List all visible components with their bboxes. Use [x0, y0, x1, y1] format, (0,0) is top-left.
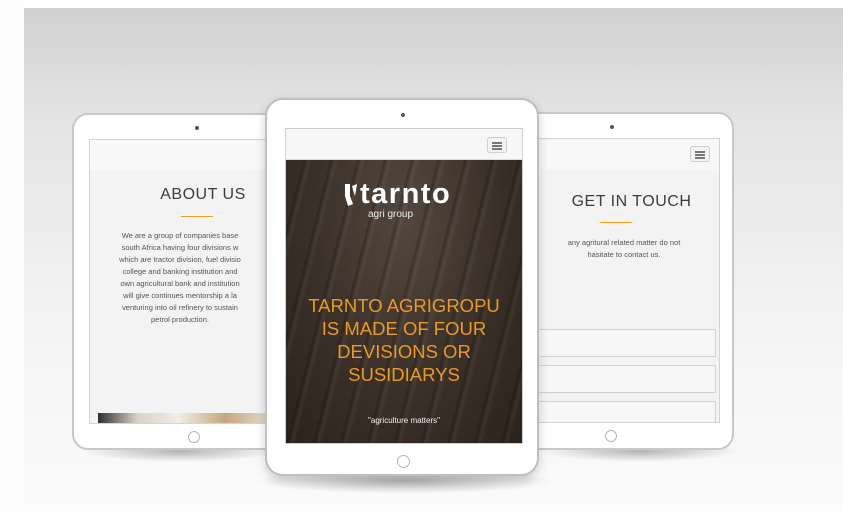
- email-field[interactable]: [524, 365, 716, 393]
- about-line: college and banking institution and: [122, 267, 238, 276]
- page-left-edge: [0, 0, 24, 511]
- headline-line: SUSIDIARYS: [348, 364, 460, 385]
- left-tablet-screen: ABOUT US We are a group of companies bas…: [89, 139, 284, 424]
- left-screen-header: [90, 140, 284, 170]
- hero-section: tarnto agri group TARNTO AGRIGROPU IS MA…: [286, 160, 522, 443]
- hero-tagline: "agriculture matters": [368, 416, 440, 425]
- camera-icon: [195, 126, 199, 130]
- camera-icon: [401, 113, 405, 117]
- right-tablet: GET IN TOUCH any agritural related matte…: [522, 112, 734, 450]
- contact-line: hasitate to contact us.: [587, 250, 661, 259]
- left-tablet: ABOUT US We are a group of companies bas…: [72, 113, 284, 450]
- page-top-edge: [0, 0, 843, 8]
- about-line: which are tractor division, fuel divisio: [119, 255, 241, 264]
- about-line: petrol production.: [151, 315, 209, 324]
- center-tablet: tarnto agri group TARNTO AGRIGROPU IS MA…: [265, 98, 539, 476]
- about-us-underline: [181, 216, 213, 217]
- camera-icon: [610, 125, 614, 129]
- about-photo-strip: [98, 413, 278, 423]
- about-line: We are a group of companies base: [121, 231, 239, 240]
- menu-icon[interactable]: [487, 137, 507, 153]
- about-line: venturing into oil refinery to sustain: [122, 303, 238, 312]
- home-button-icon: [605, 430, 617, 442]
- home-button-icon: [188, 431, 200, 443]
- headline-line: IS MADE OF FOUR: [321, 318, 487, 339]
- headline-line: TARNTO AGRIGROPU: [308, 295, 500, 316]
- about-us-heading: ABOUT US: [160, 186, 246, 203]
- get-in-touch-underline: [600, 222, 632, 223]
- headline-line: DEVISIONS OR: [337, 341, 471, 362]
- contact-text: any agritural related matter do not hasi…: [534, 237, 714, 261]
- right-tablet-screen: GET IN TOUCH any agritural related matte…: [524, 138, 720, 423]
- about-line: south Africa having four divisions w: [121, 243, 239, 252]
- get-in-touch-heading: GET IN TOUCH: [571, 193, 692, 210]
- menu-icon[interactable]: [690, 146, 710, 162]
- hero-headline: TARNTO AGRIGROPU IS MADE OF FOUR DEVISIO…: [286, 294, 522, 386]
- logo-icon: [344, 182, 358, 208]
- contact-line: any agritural related matter do not: [567, 238, 681, 247]
- about-line: will give continues mentorship a la: [123, 291, 237, 300]
- home-button-icon: [397, 455, 410, 468]
- about-us-text: We are a group of companies base south A…: [90, 230, 270, 326]
- message-field[interactable]: [524, 401, 716, 422]
- name-field[interactable]: [524, 329, 716, 357]
- center-tablet-screen: tarnto agri group TARNTO AGRIGROPU IS MA…: [285, 128, 523, 444]
- logo-subtext: agri group: [368, 209, 414, 220]
- logo-text: tarnto: [360, 178, 452, 210]
- about-line: own agricultural bank and institution: [120, 279, 240, 288]
